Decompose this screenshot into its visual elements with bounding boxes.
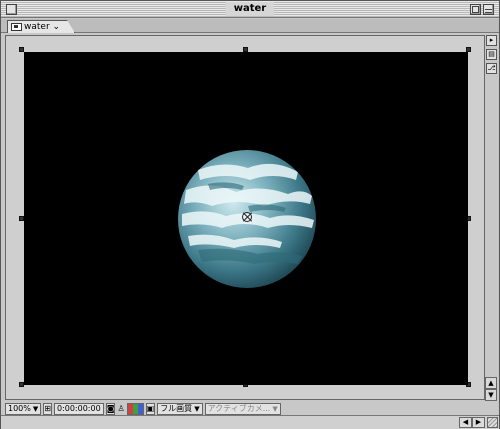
safe-margins-icon[interactable]: ⊞	[43, 403, 52, 415]
timecode-value: 0:00:00:00	[56, 404, 101, 413]
chevron-down-icon: ▼	[32, 405, 39, 413]
show-snapshot-icon[interactable]: ♙	[117, 403, 124, 415]
timecode-field[interactable]: 0:00:00:00	[53, 403, 104, 415]
window-title: water	[225, 2, 275, 16]
scroll-down-icon[interactable]: ▼	[485, 389, 497, 401]
composition-icon	[11, 23, 22, 31]
tab-water[interactable]: water ⌄	[7, 20, 75, 33]
chevron-down-icon: ▼	[272, 405, 278, 413]
composition-window: water water ⌄ ▸ ▤ ⎇ ▲ ▼ 100% ▼ ⊞ 0:00:00…	[0, 0, 500, 429]
tab-label: water ⌄	[24, 21, 61, 32]
scroll-left-icon[interactable]: ◀	[459, 417, 472, 428]
camera-value: アクティブカメ...	[207, 404, 271, 413]
horizontal-scrollbar[interactable]: ◀ ▶	[459, 417, 485, 428]
quality-value: フル画質	[160, 404, 193, 413]
status-bar: ◀ ▶	[1, 415, 499, 429]
vertical-scrollbar[interactable]: ▲ ▼	[485, 35, 497, 401]
zoom-value: 100%	[8, 404, 31, 413]
composition-viewer[interactable]	[5, 35, 485, 400]
snapshot-icon[interactable]: ◙	[105, 403, 116, 415]
anchor-point-icon[interactable]	[242, 212, 252, 222]
viewer-controls: 100% ▼ ⊞ 0:00:00:00 ◙ ♙ ▣ フル画質 ▼ アクティブカメ..…	[5, 403, 281, 415]
region-of-interest-icon[interactable]: ▣	[145, 403, 156, 415]
channels-icon[interactable]	[126, 403, 144, 415]
scroll-up-icon[interactable]: ▲	[485, 377, 497, 389]
scroll-right-icon[interactable]: ▶	[472, 417, 485, 428]
title-bar[interactable]: water	[1, 1, 499, 18]
chevron-down-icon: ▼	[194, 405, 200, 413]
close-icon[interactable]	[6, 4, 17, 15]
collapse-icon[interactable]	[483, 4, 494, 15]
camera-dropdown[interactable]: アクティブカメ... ▼	[204, 403, 281, 415]
composition-canvas[interactable]	[24, 52, 468, 385]
quality-dropdown[interactable]: フル画質 ▼	[157, 403, 203, 415]
zoom-box-icon[interactable]	[470, 4, 481, 15]
resize-grip-icon[interactable]	[487, 417, 498, 428]
zoom-dropdown[interactable]: 100% ▼	[5, 403, 42, 415]
tab-bar: water ⌄	[1, 19, 499, 33]
